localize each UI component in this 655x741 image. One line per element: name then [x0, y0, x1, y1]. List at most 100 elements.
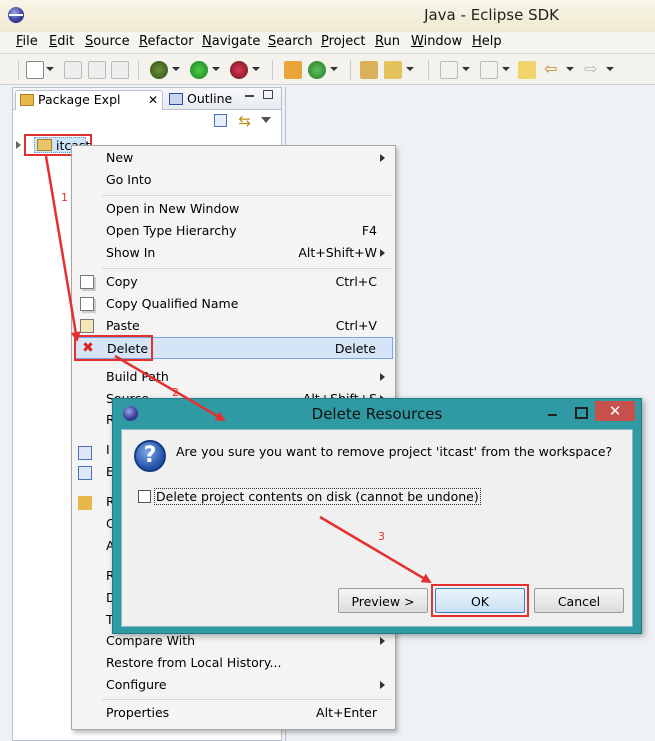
menu-item-build-path[interactable]: Build Path — [72, 366, 395, 388]
menu-item-go-into[interactable]: Go Into — [72, 169, 395, 191]
annotation-step-1: 1 — [61, 191, 68, 204]
tab-outline-label: Outline — [187, 91, 233, 106]
tab-close-icon[interactable]: ✕ — [148, 91, 158, 109]
menu-item-partial-i[interactable]: I — [106, 442, 110, 457]
new-class-dropdown-icon[interactable] — [330, 67, 338, 71]
menubar: File Edit Source Refactor Navigate Searc… — [0, 32, 655, 54]
menu-item-copy-qualified-name[interactable]: Copy Qualified Name — [72, 293, 395, 315]
menu-window[interactable]: Window — [411, 34, 462, 49]
external-tools-icon[interactable] — [230, 61, 248, 79]
save-all-icon[interactable] — [88, 61, 106, 79]
tab-outline[interactable]: Outline — [165, 90, 235, 110]
menu-item-accelerator: Ctrl+V — [335, 318, 377, 333]
menu-item-accelerator: Ctrl+C — [335, 274, 377, 289]
window-title: Java - Eclipse SDK — [424, 6, 559, 24]
menu-navigate[interactable]: Navigate — [202, 34, 260, 49]
dialog-minimize-icon[interactable] — [539, 403, 565, 421]
menu-item-label: Properties — [106, 705, 170, 720]
menu-item-accelerator: Alt+Enter — [316, 705, 377, 720]
annotation-step-2: 2 — [172, 386, 179, 399]
forward-dropdown-icon[interactable] — [606, 67, 614, 71]
save-icon[interactable] — [64, 61, 82, 79]
open-type-icon[interactable] — [360, 61, 378, 79]
forward-arrow-icon[interactable]: ⇨ — [584, 61, 602, 79]
outline-icon — [169, 93, 183, 105]
cancel-button[interactable]: Cancel — [534, 588, 624, 613]
menu-item-configure[interactable]: Configure — [72, 674, 395, 696]
print-icon[interactable] — [111, 61, 129, 79]
dialog-content: ? Are you sure you want to remove projec… — [121, 429, 633, 627]
debug-icon[interactable] — [150, 61, 168, 79]
menu-project[interactable]: Project — [321, 34, 366, 49]
submenu-arrow-icon — [380, 681, 385, 689]
next-annotation-dropdown-icon[interactable] — [462, 67, 470, 71]
menu-separator — [102, 699, 393, 700]
delete-contents-checkbox[interactable] — [138, 490, 151, 503]
menu-item-label: Copy Qualified Name — [106, 296, 239, 311]
menu-item-restore-local-history[interactable]: Restore from Local History... — [72, 652, 395, 674]
refresh-icon — [78, 496, 92, 510]
run-icon[interactable] — [190, 61, 208, 79]
menu-item-properties[interactable]: Properties Alt+Enter — [72, 702, 395, 724]
menu-item-label: New — [106, 150, 134, 165]
toolbar-grip — [18, 60, 19, 80]
toolbar-separator — [350, 60, 351, 80]
back-arrow-icon[interactable]: ⇦ — [544, 61, 562, 79]
search-icon[interactable] — [384, 61, 402, 79]
menu-item-label: Build Path — [106, 369, 169, 384]
dialog-maximize-icon[interactable] — [567, 403, 593, 421]
package-explorer-icon — [20, 94, 34, 106]
menu-item-label: Paste — [106, 318, 140, 333]
run-dropdown-icon[interactable] — [212, 67, 220, 71]
new-icon[interactable] — [26, 61, 44, 79]
menu-help[interactable]: Help — [472, 34, 502, 49]
delete-contents-checkbox-label[interactable]: Delete project contents on disk (cannot … — [154, 488, 481, 505]
menu-item-new[interactable]: New — [72, 147, 395, 169]
expand-arrow-icon[interactable] — [16, 141, 21, 149]
link-with-editor-icon[interactable]: ⇆ — [238, 112, 251, 130]
menu-item-copy[interactable]: Copy Ctrl+C — [72, 271, 395, 293]
menu-item-label: Configure — [106, 677, 167, 692]
toolbar-separator — [138, 60, 139, 80]
menu-refactor[interactable]: Refactor — [139, 34, 194, 49]
dialog-close-icon[interactable]: ✕ — [595, 401, 635, 421]
menu-item-paste[interactable]: Paste Ctrl+V — [72, 315, 395, 337]
back-dropdown-icon[interactable] — [566, 67, 574, 71]
menu-run[interactable]: Run — [375, 34, 400, 49]
preview-button[interactable]: Preview > — [338, 588, 428, 613]
new-java-package-icon[interactable] — [284, 61, 302, 79]
collapse-all-icon[interactable] — [214, 114, 227, 127]
window-titlebar: Java - Eclipse SDK — [0, 0, 655, 32]
search-dropdown-icon[interactable] — [406, 67, 414, 71]
menu-search[interactable]: Search — [268, 34, 313, 49]
new-java-class-icon[interactable] — [308, 61, 326, 79]
maximize-view-icon[interactable] — [263, 90, 273, 99]
menu-item-open-type-hierarchy[interactable]: Open Type Hierarchy F4 — [72, 220, 395, 242]
menu-separator — [102, 195, 393, 196]
menu-item-accelerator: Delete — [334, 341, 376, 356]
toolbar-separator — [428, 60, 429, 80]
export-icon — [78, 466, 92, 480]
toolbar-separator — [272, 60, 273, 80]
last-edit-location-icon[interactable] — [518, 61, 536, 79]
tab-package-explorer-label: Package Expl — [38, 92, 121, 107]
delete-resources-dialog: Delete Resources ✕ ? Are you sure you wa… — [112, 398, 642, 634]
submenu-arrow-icon — [380, 637, 385, 645]
menu-item-open-in-new-window[interactable]: Open in New Window — [72, 198, 395, 220]
menu-source[interactable]: Source — [85, 34, 130, 49]
paste-icon — [80, 319, 94, 333]
prev-annotation-dropdown-icon[interactable] — [502, 67, 510, 71]
new-dropdown-icon[interactable] — [46, 67, 54, 71]
menu-item-show-in[interactable]: Show In Alt+Shift+W — [72, 242, 395, 264]
menu-edit[interactable]: Edit — [49, 34, 74, 49]
external-tools-dropdown-icon[interactable] — [252, 67, 260, 71]
minimize-view-icon[interactable] — [245, 95, 254, 97]
question-icon: ? — [134, 440, 166, 472]
view-menu-icon[interactable] — [261, 117, 271, 123]
next-annotation-icon[interactable] — [440, 61, 458, 79]
menu-item-label: Open in New Window — [106, 201, 240, 216]
debug-dropdown-icon[interactable] — [172, 67, 180, 71]
tab-package-explorer[interactable]: Package Expl ✕ — [15, 90, 163, 110]
prev-annotation-icon[interactable] — [480, 61, 498, 79]
menu-file[interactable]: File — [16, 34, 38, 49]
